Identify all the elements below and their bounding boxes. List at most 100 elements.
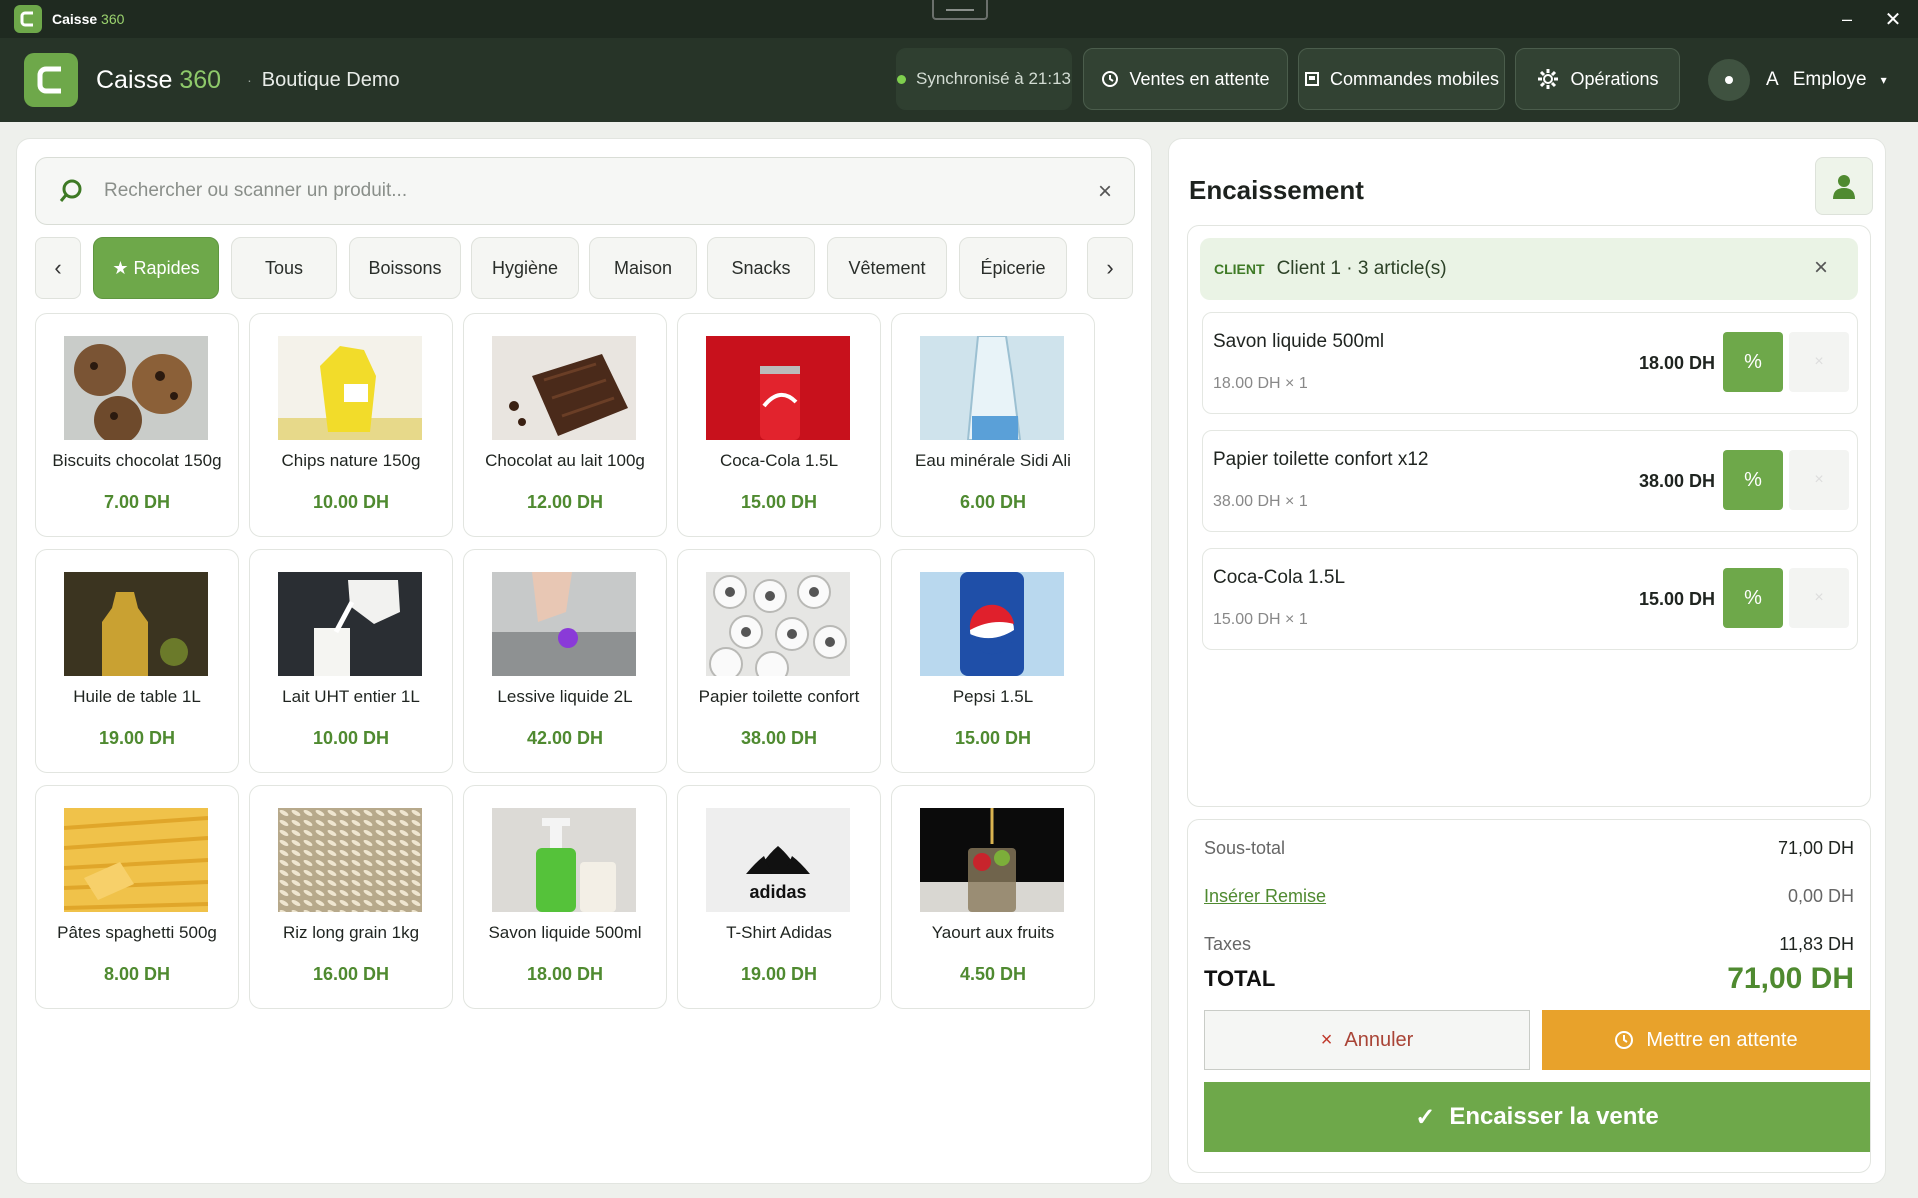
cart-item-unit-qty: 18.00 DH × 1 bbox=[1213, 375, 1308, 392]
taxes-label: Taxes bbox=[1204, 934, 1252, 954]
chocolate-icon bbox=[492, 336, 636, 440]
select-customer-button[interactable] bbox=[1815, 157, 1873, 215]
checkout-panel: Encaissement CLIENT Client 1 · 3 article… bbox=[1168, 138, 1886, 1184]
mobile-orders-label: Commandes mobiles bbox=[1329, 68, 1500, 89]
product-name: Pâtes spaghetti 500g bbox=[57, 923, 217, 942]
product-price: 19.00 DH bbox=[740, 964, 818, 984]
cart-item-total: 18.00 DH bbox=[1638, 353, 1715, 373]
product-price: 18.00 DH bbox=[526, 964, 604, 984]
product-price: 16.00 DH bbox=[312, 964, 390, 984]
product-price: 10.00 DH bbox=[312, 492, 390, 512]
product-card[interactable]: Lait UHT entier 1L 10.00 DH bbox=[249, 549, 453, 773]
category-snacks[interactable]: Snacks bbox=[707, 237, 815, 299]
total-value: 71,00 DH bbox=[1727, 962, 1854, 995]
product-card[interactable]: Savon liquide 500ml 18.00 DH bbox=[463, 785, 667, 1009]
product-card[interactable]: Pepsi 1.5L 15.00 DH bbox=[891, 549, 1095, 773]
product-card[interactable]: Yaourt aux fruits 4.50 DH bbox=[891, 785, 1095, 1009]
sync-status-label: Synchronisé à 21:13 bbox=[916, 69, 1071, 88]
product-card[interactable]: Pâtes spaghetti 500g 8.00 DH bbox=[35, 785, 239, 1009]
chips-icon bbox=[278, 336, 422, 440]
separator: · bbox=[247, 72, 252, 88]
category-tous[interactable]: Tous bbox=[231, 237, 337, 299]
client-tag: CLIENT bbox=[1214, 261, 1265, 277]
svg-text:adidas: adidas bbox=[749, 882, 806, 902]
chevron-right-icon[interactable]: › bbox=[1087, 237, 1133, 299]
window-titlebar: Caisse 360 – ✕ bbox=[0, 0, 1918, 38]
brand-name: Caisse 360 bbox=[96, 65, 222, 94]
product-name: Yaourt aux fruits bbox=[931, 923, 1055, 942]
operations-button[interactable]: Opérations bbox=[1515, 48, 1680, 110]
product-price: 15.00 DH bbox=[740, 492, 818, 512]
product-card[interactable]: Riz long grain 1kg 16.00 DH bbox=[249, 785, 453, 1009]
category-rapides[interactable]: ★ Rapides bbox=[93, 237, 219, 299]
product-price: 7.00 DH bbox=[103, 492, 171, 512]
product-card[interactable]: Chips nature 150g 10.00 DH bbox=[249, 313, 453, 537]
remove-item-button[interactable]: × bbox=[1789, 568, 1849, 628]
operations-label: Opérations bbox=[1570, 68, 1659, 89]
product-card[interactable]: Papier toilette confort x12 38.00 DH bbox=[677, 549, 881, 773]
product-card[interactable]: Chocolat au lait 100g 12.00 DH bbox=[463, 313, 667, 537]
close-window-button[interactable]: ✕ bbox=[1878, 4, 1908, 34]
product-card[interactable]: adidas T-Shirt Adidas 19.00 DH bbox=[677, 785, 881, 1009]
product-price: 10.00 DH bbox=[312, 728, 390, 748]
product-card[interactable]: Biscuits chocolat 150g 7.00 DH bbox=[35, 313, 239, 537]
product-name: Chips nature 150g bbox=[281, 451, 421, 470]
clear-client-icon[interactable]: × bbox=[1814, 254, 1828, 282]
oil-bottle-icon bbox=[64, 572, 208, 676]
user-menu[interactable]: A Employe ▾ bbox=[1708, 58, 1887, 102]
cart-item[interactable]: Savon liquide 500ml 18.00 DH × 1 18.00 D… bbox=[1202, 312, 1858, 414]
checkout-button[interactable]: ✓ Encaisser la vente bbox=[1204, 1082, 1870, 1152]
cancel-button[interactable]: × Annuler bbox=[1204, 1010, 1530, 1070]
product-price: 12.00 DH bbox=[526, 492, 604, 512]
cart-item-total: 15.00 DH bbox=[1638, 589, 1715, 609]
sync-status: Synchronisé à 21:13 bbox=[896, 48, 1072, 110]
product-card[interactable]: Lessive liquide 2L 42.00 DH bbox=[463, 549, 667, 773]
product-price: 4.50 DH bbox=[959, 964, 1027, 984]
remove-item-button[interactable]: × bbox=[1789, 450, 1849, 510]
discount-button[interactable]: % bbox=[1723, 332, 1783, 392]
cart-item-unit-qty: 15.00 DH × 1 bbox=[1213, 611, 1308, 628]
cart-item[interactable]: Papier toilette confort x12 38.00 DH × 1… bbox=[1202, 430, 1858, 532]
discount-button[interactable]: % bbox=[1723, 450, 1783, 510]
chevron-left-icon[interactable]: ‹ bbox=[35, 237, 81, 299]
drag-handle[interactable] bbox=[932, 0, 988, 20]
soap-bottle-icon bbox=[492, 808, 636, 912]
product-card[interactable]: Eau minérale Sidi Ali 1.5L 6.00 DH bbox=[891, 313, 1095, 537]
store-name: Boutique Demo bbox=[261, 68, 400, 91]
rice-icon bbox=[278, 808, 422, 912]
chevron-down-icon: ▾ bbox=[1880, 73, 1887, 87]
category-maison[interactable]: Maison bbox=[589, 237, 697, 299]
search-bar: × bbox=[35, 157, 1135, 225]
cart-item-name: Coca-Cola 1.5L bbox=[1213, 567, 1346, 588]
remove-item-button[interactable]: × bbox=[1789, 332, 1849, 392]
category-boissons[interactable]: Boissons bbox=[349, 237, 461, 299]
total-label: TOTAL bbox=[1204, 966, 1276, 991]
category-vetement[interactable]: Vêtement bbox=[827, 237, 947, 299]
pending-sales-button[interactable]: Ventes en attente bbox=[1083, 48, 1288, 110]
subtotal-value: 71,00 DH bbox=[1777, 838, 1854, 858]
discount-button[interactable]: % bbox=[1723, 568, 1783, 628]
cart-item[interactable]: Coca-Cola 1.5L 15.00 DH × 1 15.00 DH % × bbox=[1202, 548, 1858, 650]
hold-sale-button[interactable]: Mettre en attente bbox=[1542, 1010, 1870, 1070]
product-card[interactable]: Coca-Cola 1.5L 15.00 DH bbox=[677, 313, 881, 537]
clear-search-icon[interactable]: × bbox=[1098, 178, 1112, 206]
check-icon: ✓ bbox=[1415, 1103, 1436, 1131]
taxes-value: 11,83 DH bbox=[1779, 934, 1854, 954]
sync-status-dot-icon bbox=[897, 74, 906, 84]
cart-item-total: 38.00 DH bbox=[1638, 471, 1715, 491]
milk-icon bbox=[278, 572, 422, 676]
search-input[interactable] bbox=[104, 180, 1064, 202]
mobile-orders-button[interactable]: Commandes mobiles bbox=[1298, 48, 1505, 110]
totals-section: Sous-total 71,00 DH Insérer Remise 0,00 … bbox=[1187, 819, 1871, 1173]
product-card[interactable]: Huile de table 1L 19.00 DH bbox=[35, 549, 239, 773]
subtotal-label: Sous-total bbox=[1204, 838, 1286, 858]
product-panel: × ‹ ★ Rapides Tous Boissons Hygiène Mais… bbox=[16, 138, 1152, 1184]
water-bottle-icon bbox=[920, 336, 1064, 440]
category-epicerie[interactable]: Épicerie bbox=[959, 237, 1067, 299]
cart: CLIENT Client 1 · 3 article(s) × Savon l… bbox=[1187, 225, 1871, 807]
product-name: Lait UHT entier 1L bbox=[282, 687, 420, 706]
minimize-button[interactable]: – bbox=[1832, 4, 1862, 34]
insert-discount-link[interactable]: Insérer Remise bbox=[1204, 886, 1326, 907]
discount-row: Insérer Remise 0,00 DH bbox=[1204, 886, 1854, 907]
category-hygiene[interactable]: Hygiène bbox=[471, 237, 579, 299]
